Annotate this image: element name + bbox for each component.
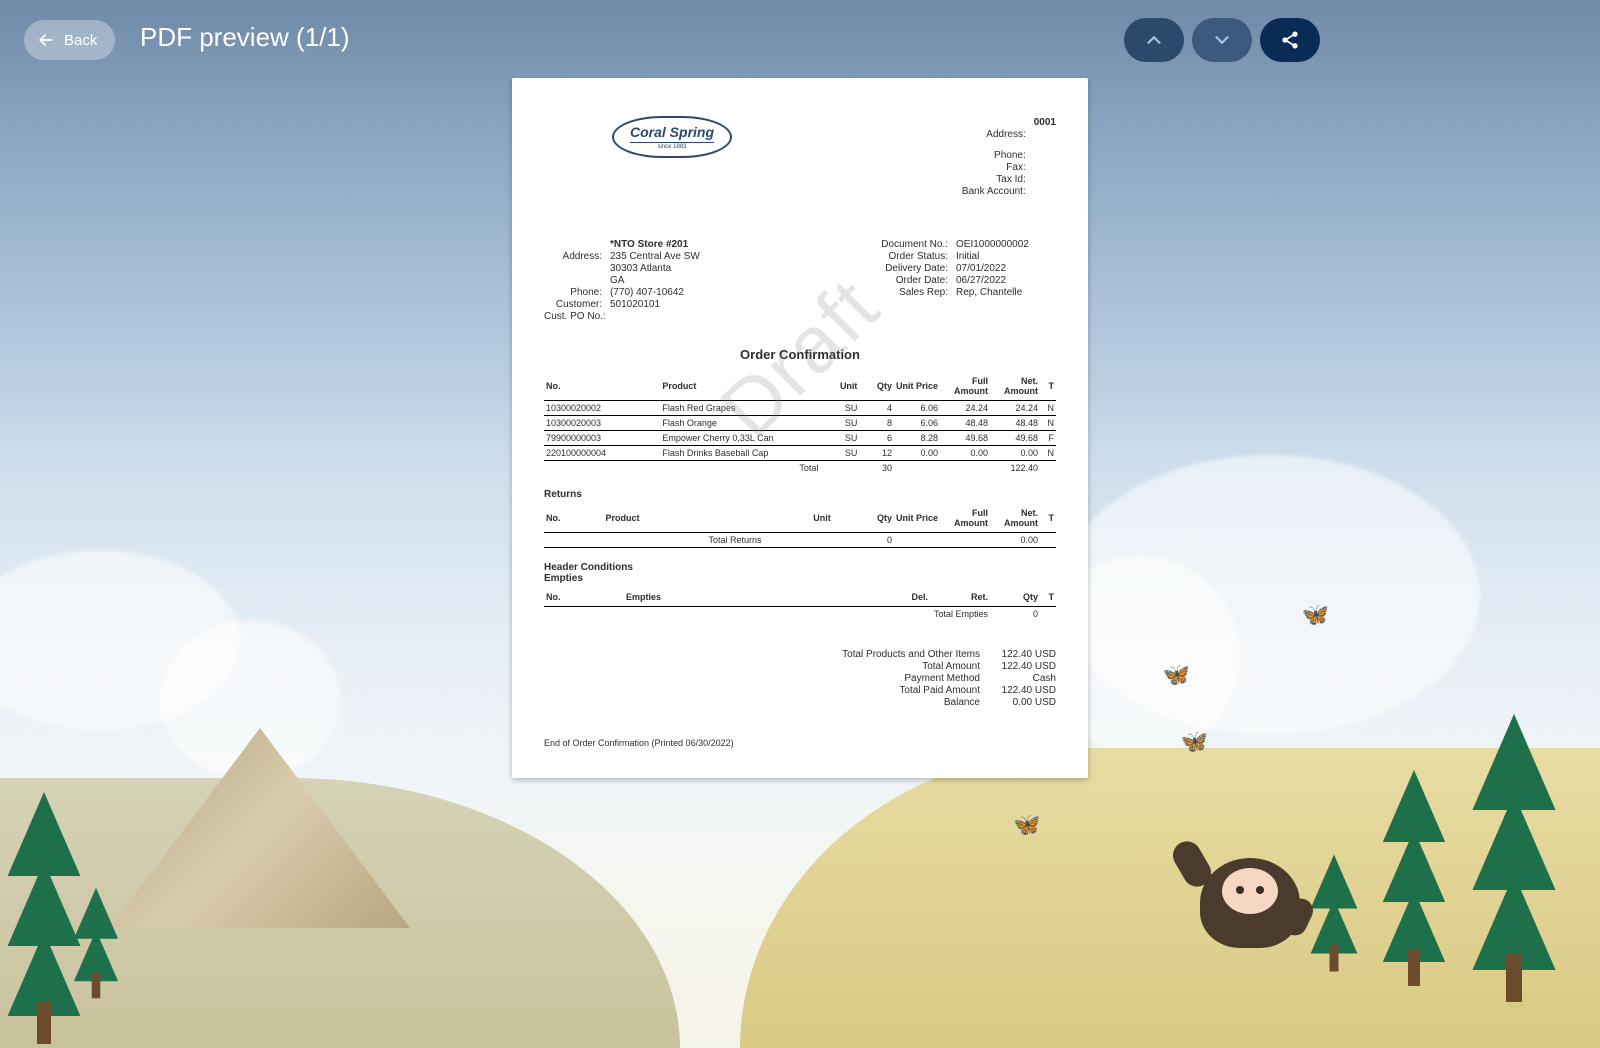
table-row: 220100000004Flash Drinks Baseball CapSU1… bbox=[544, 446, 1056, 461]
summary-row: Payment MethodCash bbox=[544, 673, 1056, 684]
label-cust-phone: Phone: bbox=[544, 287, 602, 298]
tree-decor bbox=[1311, 855, 1358, 972]
empties-total-qty: 0 bbox=[990, 607, 1040, 621]
returns-label: Returns bbox=[544, 489, 1056, 500]
table-row: 79900000003Empower Cherry 0,33L CanSU68.… bbox=[544, 431, 1056, 446]
customer-no: 501020101 bbox=[610, 299, 710, 310]
sales-rep: Rep, Chantelle bbox=[956, 287, 1056, 298]
hill-decor bbox=[740, 748, 1600, 1048]
butterfly-icon: 🦋 bbox=[1163, 662, 1190, 688]
label-doc-no: Document No.: bbox=[872, 239, 948, 250]
label-cust-address: Address: bbox=[544, 251, 602, 262]
chevron-down-icon bbox=[1211, 29, 1233, 51]
items-total-label: Total bbox=[660, 461, 820, 475]
tree-decor bbox=[1383, 770, 1445, 986]
col-uprice: Unit Price bbox=[894, 372, 940, 401]
share-button[interactable] bbox=[1260, 18, 1320, 62]
chevron-up-icon bbox=[1143, 29, 1165, 51]
label-tax: Tax Id: bbox=[960, 174, 1026, 185]
label-bank: Bank Account: bbox=[960, 186, 1026, 197]
customer-po bbox=[614, 311, 714, 322]
returns-total-qty: 0 bbox=[833, 533, 894, 548]
back-button[interactable]: Back bbox=[24, 20, 115, 60]
summary-row: Total Amount122.40 USD bbox=[544, 661, 1056, 672]
label-fax: Fax: bbox=[960, 162, 1026, 173]
customer-address3: GA bbox=[610, 275, 710, 286]
tree-decor bbox=[1472, 714, 1555, 1002]
empties-label: Empties bbox=[544, 573, 1056, 584]
astro-mascot bbox=[1200, 858, 1300, 948]
table-row: 10300020002Flash Red GrapesSU46.0624.242… bbox=[544, 401, 1056, 416]
customer-address2: 30303 Atlanta bbox=[610, 263, 710, 274]
back-label: Back bbox=[64, 32, 97, 49]
customer-block: *NTO Store #201 Address: 235 Central Ave … bbox=[544, 238, 714, 323]
label-phone: Phone: bbox=[960, 150, 1026, 161]
summary-row: Balance0.00 USD bbox=[544, 697, 1056, 708]
label-rep: Sales Rep: bbox=[872, 287, 948, 298]
col-product: Product bbox=[660, 372, 820, 401]
company-logo: Coral Spring since 1883 bbox=[544, 116, 732, 198]
order-date: 06/27/2022 bbox=[956, 275, 1056, 286]
document-footer: End of Order Confirmation (Printed 06/30… bbox=[544, 738, 1056, 748]
arrow-left-icon bbox=[36, 30, 56, 50]
label-status: Order Status: bbox=[872, 251, 948, 262]
col-t: T bbox=[1040, 372, 1056, 401]
document-title: Order Confirmation bbox=[544, 347, 1056, 362]
label-customer-no: Customer: bbox=[544, 299, 602, 310]
returns-total-label: Total Returns bbox=[604, 533, 764, 548]
doc-no: OEI1000000002 bbox=[956, 239, 1056, 250]
page-down-button[interactable] bbox=[1192, 18, 1252, 62]
empties-table: No. Empties Del. Ret. Qty T Total Emptie… bbox=[544, 588, 1056, 621]
butterfly-icon: 🦋 bbox=[1302, 602, 1329, 628]
butterfly-icon: 🦋 bbox=[1181, 729, 1208, 755]
pdf-page: Draft Coral Spring since 1883 0001 Addre… bbox=[512, 78, 1088, 778]
col-unit: Unit bbox=[820, 372, 859, 401]
tree-decor bbox=[74, 888, 118, 999]
page-title: PDF preview (1/1) bbox=[140, 22, 350, 53]
company-code: 0001 bbox=[1034, 117, 1056, 128]
col-net: Net. Amount bbox=[990, 372, 1040, 401]
order-block: Document No.: OEI1000000002 Order Status:… bbox=[872, 238, 1056, 323]
col-no: No. bbox=[544, 372, 660, 401]
customer-phone: (770) 407-10642 bbox=[610, 287, 710, 298]
empties-total-label: Total Empties bbox=[930, 607, 990, 621]
returns-total-net: 0.00 bbox=[990, 533, 1040, 548]
company-block: 0001 Address: Phone: Fax: Tax Id: Bank A… bbox=[960, 116, 1056, 198]
butterfly-icon: 🦋 bbox=[1013, 812, 1040, 838]
label-order-date: Order Date: bbox=[872, 275, 948, 286]
col-qty: Qty bbox=[859, 372, 894, 401]
items-table: No. Product Unit Qty Unit Price Full Amo… bbox=[544, 372, 1056, 475]
label-address: Address: bbox=[960, 129, 1026, 140]
header-conditions-label: Header Conditions bbox=[544, 562, 1056, 573]
delivery-date: 07/01/2022 bbox=[956, 263, 1056, 274]
items-total-row: Total 30 122.40 bbox=[544, 461, 1056, 475]
logo-name: Coral Spring bbox=[630, 124, 714, 140]
summary-row: Total Products and Other Items122.40 USD bbox=[544, 649, 1056, 660]
summary-block: Total Products and Other Items122.40 USD… bbox=[544, 649, 1056, 708]
summary-row: Total Paid Amount122.40 USD bbox=[544, 685, 1056, 696]
items-total-net: 122.40 bbox=[990, 461, 1040, 475]
label-po: Cust. PO No.: bbox=[544, 311, 606, 322]
col-full: Full Amount bbox=[940, 372, 990, 401]
customer-address1: 235 Central Ave SW bbox=[610, 251, 710, 262]
logo-tagline: since 1883 bbox=[630, 142, 714, 150]
order-status: Initial bbox=[956, 251, 1056, 262]
items-total-qty: 30 bbox=[859, 461, 894, 475]
tree-decor bbox=[8, 792, 81, 1044]
customer-name: *NTO Store #201 bbox=[610, 239, 710, 250]
share-icon bbox=[1280, 30, 1300, 50]
label-delivery: Delivery Date: bbox=[872, 263, 948, 274]
table-row: 10300020003Flash OrangeSU86.0648.4848.48… bbox=[544, 416, 1056, 431]
page-up-button[interactable] bbox=[1124, 18, 1184, 62]
returns-table: No. Product Unit Qty Unit Price Full Amo… bbox=[544, 504, 1056, 548]
